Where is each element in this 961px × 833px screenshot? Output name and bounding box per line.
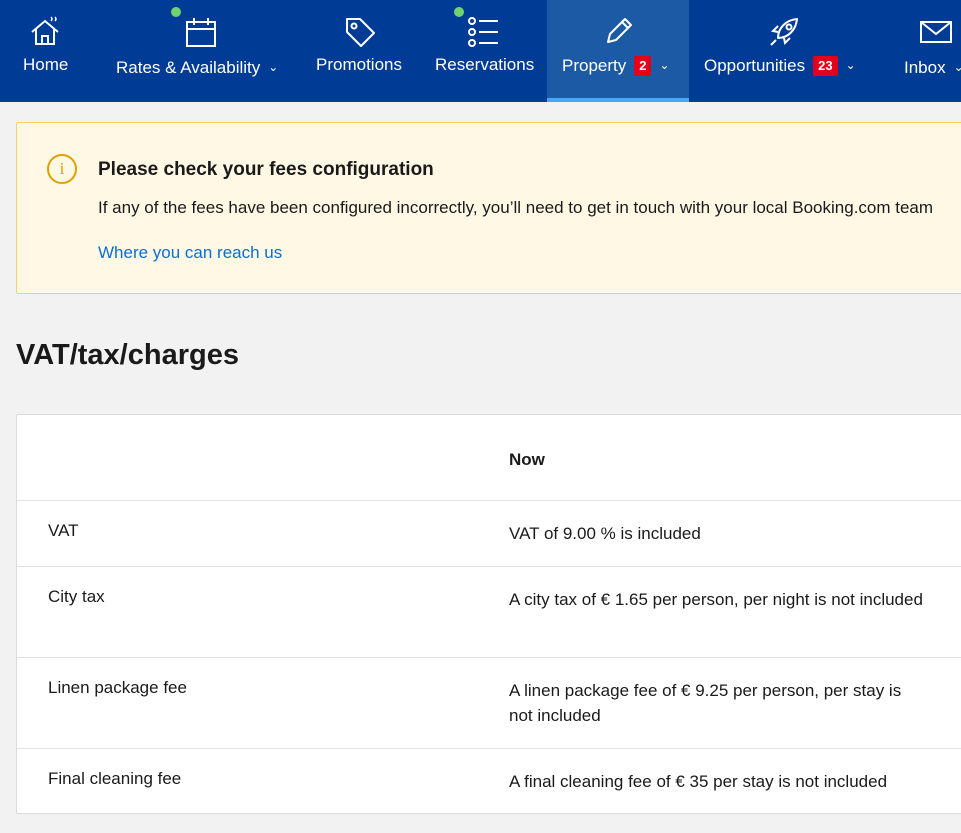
charge-name: City tax — [48, 587, 105, 606]
active-tab-indicator — [547, 98, 689, 102]
chevron-down-icon: ⌄ — [845, 58, 856, 72]
charge-value: A linen package fee of € 9.25 per person… — [509, 681, 902, 725]
tag-icon — [346, 18, 375, 47]
table-row: Final cleaning fee A final cleaning fee … — [17, 749, 961, 813]
banner-text: If any of the fees have been configured … — [98, 198, 934, 217]
table-header-row: Now — [17, 415, 961, 501]
banner-title: Please check your fees configuration — [98, 159, 434, 180]
nav-item-label: Property — [562, 56, 627, 75]
contact-link[interactable]: Where you can reach us — [98, 243, 282, 263]
charge-value: A city tax of € 1.65 per person, per nig… — [509, 590, 923, 609]
table-row: City tax A city tax of € 1.65 per person… — [17, 567, 961, 658]
notification-dot — [171, 7, 181, 17]
nav-item-label: Home — [23, 55, 69, 74]
nav-item-label: Inbox — [904, 58, 946, 77]
charges-table: Now VAT VAT of 9.00 % is included City t… — [16, 414, 961, 814]
chevron-down-icon: ⌄ — [953, 60, 961, 74]
calendar-icon — [186, 18, 216, 47]
notification-badge: 2 — [634, 56, 652, 76]
notification-badge: 23 — [813, 56, 838, 76]
nav-item-reservations[interactable]: Reservations — [425, 0, 543, 102]
nav-item-home[interactable]: Home — [0, 0, 92, 102]
nav-item-label: Reservations — [435, 55, 535, 74]
nav-item-inbox[interactable]: Inbox ⌄ — [890, 0, 961, 102]
column-header-now: Now — [509, 450, 545, 469]
top-navigation: Home Rates & Availability ⌄ Promotions R… — [0, 0, 961, 102]
charge-name: Linen package fee — [48, 678, 187, 697]
chevron-down-icon: ⌄ — [659, 58, 670, 72]
nav-item-property[interactable]: Property 2 ⌄ — [547, 0, 689, 102]
page-title: VAT/tax/charges — [16, 339, 239, 371]
notification-dot — [454, 7, 464, 17]
table-row: Linen package fee A linen package fee of… — [17, 658, 961, 749]
nav-item-label: Promotions — [316, 55, 402, 74]
nav-item-opportunities[interactable]: Opportunities 23 ⌄ — [692, 0, 878, 102]
charge-value: A final cleaning fee of € 35 per stay is… — [509, 772, 888, 791]
fees-warning-banner: i Please check your fees configuration I… — [16, 122, 961, 294]
charge-value: VAT of 9.00 % is included — [509, 524, 701, 543]
list-icon — [468, 17, 498, 47]
info-icon: i — [47, 154, 77, 184]
nav-item-label: Opportunities — [704, 56, 806, 75]
charge-name: VAT — [48, 521, 79, 540]
pencil-icon — [607, 18, 632, 43]
nav-item-rates-availability[interactable]: Rates & Availability ⌄ — [100, 0, 300, 102]
table-row: VAT VAT of 9.00 % is included — [17, 501, 961, 567]
nav-item-promotions[interactable]: Promotions — [305, 0, 417, 102]
rocket-icon — [770, 18, 798, 46]
charge-name: Final cleaning fee — [48, 769, 182, 788]
home-icon — [31, 16, 59, 45]
nav-item-label: Rates & Availability — [116, 58, 261, 77]
envelope-icon — [920, 21, 952, 43]
chevron-down-icon: ⌄ — [268, 60, 279, 74]
